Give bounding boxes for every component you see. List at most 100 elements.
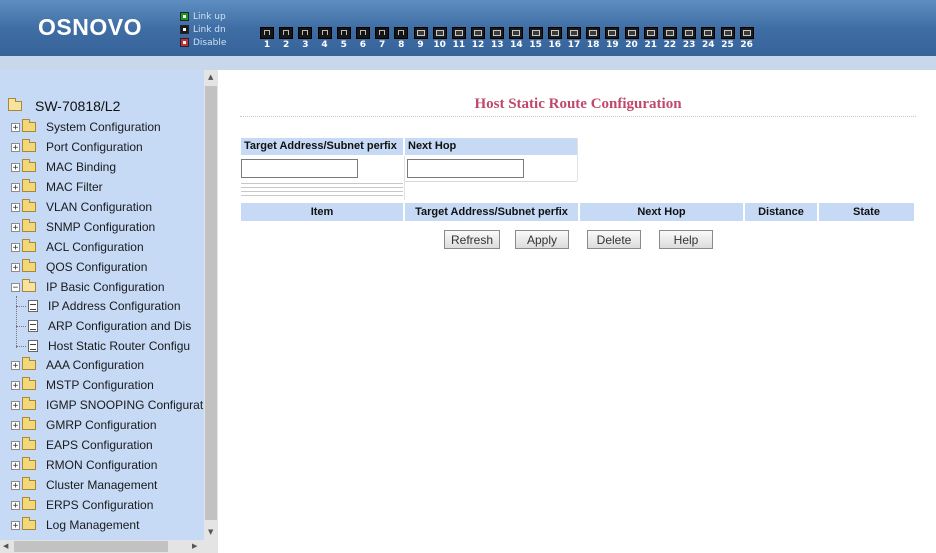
expand-icon[interactable]: +: [11, 182, 20, 192]
sidebar-subitem-host-static-router[interactable]: Host Static Router Configu: [28, 337, 190, 355]
folder-icon: [22, 199, 36, 212]
sidebar-item-qos-configuration[interactable]: + QOS Configuration: [11, 258, 147, 276]
title-bar: Host Static Route Configuration: [240, 96, 916, 117]
expand-icon[interactable]: +: [11, 142, 20, 152]
folder-icon: [22, 159, 36, 172]
legend-link-up-label: Link up: [193, 11, 226, 22]
port-26[interactable]: 26: [739, 27, 755, 50]
port-number: 19: [606, 40, 619, 50]
separator-line: [241, 183, 403, 184]
scroll-up-icon[interactable]: ▲: [208, 73, 213, 81]
expand-icon[interactable]: +: [11, 400, 20, 410]
sidebar-item-erps-configuration[interactable]: + ERPS Configuration: [11, 496, 153, 514]
port-18[interactable]: 18: [585, 27, 601, 50]
port-6[interactable]: 6: [355, 27, 371, 50]
port-21[interactable]: 21: [643, 27, 659, 50]
tree-root[interactable]: SW-70818/L2: [8, 98, 120, 114]
collapse-icon[interactable]: −: [11, 282, 20, 292]
cell-divider: [405, 181, 577, 182]
port-1[interactable]: 1: [259, 27, 275, 50]
delete-button[interactable]: Delete: [587, 230, 641, 249]
port-7[interactable]: 7: [374, 27, 390, 50]
expand-icon[interactable]: +: [11, 520, 20, 530]
port-8[interactable]: 8: [393, 27, 409, 50]
expand-icon[interactable]: +: [11, 380, 20, 390]
refresh-button[interactable]: Refresh: [444, 230, 500, 249]
target-address-input[interactable]: [241, 159, 358, 178]
port-number: 24: [702, 40, 715, 50]
port-5[interactable]: 5: [336, 27, 352, 50]
expand-icon[interactable]: +: [11, 420, 20, 430]
expand-icon[interactable]: +: [11, 500, 20, 510]
separator-line: [241, 187, 403, 188]
expand-icon[interactable]: +: [11, 222, 20, 232]
port-23[interactable]: 23: [681, 27, 697, 50]
sidebar-item-label: IGMP SNOOPING Configurat: [46, 398, 204, 412]
scroll-down-icon[interactable]: ▼: [208, 528, 213, 536]
port-number: 3: [302, 40, 309, 50]
sidebar-vertical-scrollbar[interactable]: ▲ ▼: [204, 70, 218, 540]
expand-icon[interactable]: +: [11, 440, 20, 450]
sidebar-item-mstp-configuration[interactable]: + MSTP Configuration: [11, 376, 154, 394]
sidebar-subitem-label: Host Static Router Configu: [48, 339, 191, 353]
sidebar-item-ip-basic-configuration[interactable]: − IP Basic Configuration: [11, 278, 165, 296]
port-2[interactable]: 2: [278, 27, 294, 50]
port-10[interactable]: 10: [432, 27, 448, 50]
expand-icon[interactable]: +: [11, 202, 20, 212]
sidebar-item-eaps-configuration[interactable]: + EAPS Configuration: [11, 436, 153, 454]
port-22[interactable]: 22: [662, 27, 678, 50]
port-fiber-icon: [624, 27, 639, 39]
legend-link-dn: Link dn: [180, 23, 226, 36]
help-button[interactable]: Help: [659, 230, 713, 249]
expand-icon[interactable]: +: [11, 480, 20, 490]
sidebar-item-vlan-configuration[interactable]: + VLAN Configuration: [11, 198, 152, 216]
scroll-right-icon[interactable]: ▶: [192, 542, 197, 550]
folder-icon: [22, 477, 36, 490]
port-9[interactable]: 9: [413, 27, 429, 50]
apply-button[interactable]: Apply: [515, 230, 569, 249]
next-hop-input[interactable]: [407, 159, 524, 178]
sidebar-item-aaa-configuration[interactable]: + AAA Configuration: [11, 356, 144, 374]
port-12[interactable]: 12: [470, 27, 486, 50]
brand-logo: OSNOVO: [38, 14, 142, 40]
port-3[interactable]: 3: [297, 27, 313, 50]
sidebar-item-snmp-configuration[interactable]: + SNMP Configuration: [11, 218, 155, 236]
folder-icon: [22, 119, 36, 132]
port-4[interactable]: 4: [317, 27, 333, 50]
port-24[interactable]: 24: [700, 27, 716, 50]
sidebar-subitem-arp-configuration[interactable]: ARP Configuration and Dis: [28, 317, 191, 335]
column-header-distance: Distance: [745, 203, 817, 221]
sidebar-item-acl-configuration[interactable]: + ACL Configuration: [11, 238, 144, 256]
scroll-left-icon[interactable]: ◀: [3, 542, 8, 550]
port-number: 6: [359, 40, 367, 50]
port-20[interactable]: 20: [624, 27, 640, 50]
sidebar-item-mac-binding[interactable]: + MAC Binding: [11, 158, 116, 176]
scrollbar-thumb[interactable]: [14, 541, 168, 552]
expand-icon[interactable]: +: [11, 360, 20, 370]
port-11[interactable]: 11: [451, 27, 467, 50]
port-15[interactable]: 15: [528, 27, 544, 50]
expand-icon[interactable]: +: [11, 162, 20, 172]
sidebar-subitem-ip-address-configuration[interactable]: IP Address Configuration: [28, 297, 181, 315]
port-14[interactable]: 14: [508, 27, 524, 50]
expand-icon[interactable]: +: [11, 262, 20, 272]
sidebar-item-cluster-management[interactable]: + Cluster Management: [11, 476, 157, 494]
port-16[interactable]: 16: [547, 27, 563, 50]
port-19[interactable]: 19: [604, 27, 620, 50]
sidebar-item-gmrp-configuration[interactable]: + GMRP Configuration: [11, 416, 157, 434]
port-17[interactable]: 17: [566, 27, 582, 50]
expand-icon[interactable]: +: [11, 242, 20, 252]
expand-icon[interactable]: +: [11, 460, 20, 470]
port-13[interactable]: 13: [489, 27, 505, 50]
sidebar-item-log-management[interactable]: + Log Management: [11, 516, 139, 534]
sidebar-item-rmon-configuration[interactable]: + RMON Configuration: [11, 456, 157, 474]
sidebar-item-igmp-snooping[interactable]: + IGMP SNOOPING Configurat: [11, 396, 203, 414]
sidebar-item-mac-filter[interactable]: + MAC Filter: [11, 178, 103, 196]
port-25[interactable]: 25: [720, 27, 736, 50]
sidebar-item-port-configuration[interactable]: + Port Configuration: [11, 138, 143, 156]
sidebar-horizontal-scrollbar[interactable]: ◀ ▶: [0, 540, 204, 553]
sidebar-item-system-configuration[interactable]: + System Configuration: [11, 118, 161, 136]
header-strip: [0, 56, 936, 70]
scrollbar-thumb[interactable]: [205, 86, 217, 520]
expand-icon[interactable]: +: [11, 122, 20, 132]
